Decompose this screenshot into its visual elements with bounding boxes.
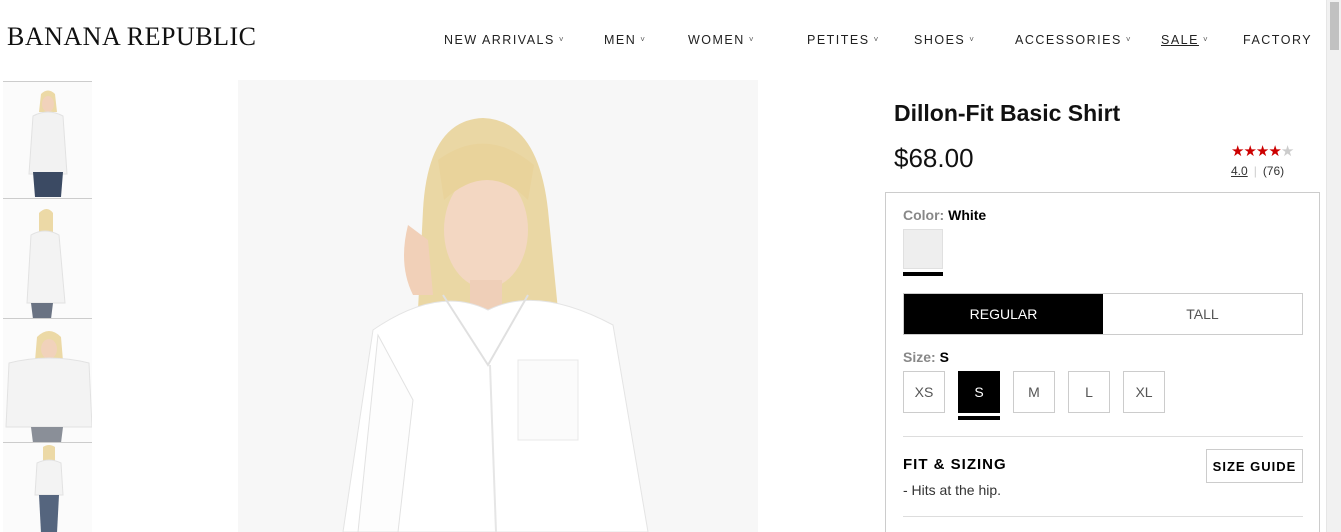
star-icon: ★ (1243, 143, 1256, 160)
nav-women[interactable]: WOMEN ˅ (688, 33, 755, 47)
nav-shoes[interactable]: SHOES ˅ (914, 33, 975, 47)
size-button-m[interactable]: M (1013, 371, 1055, 413)
nav-accessories[interactable]: ACCESSORIES ˅ (1015, 33, 1132, 47)
tab-tall[interactable]: TALL (1103, 294, 1302, 334)
chevron-down-icon: ˅ (748, 35, 755, 44)
star-icon: ★ (1280, 143, 1294, 160)
product-options-panel: Color: White REGULAR TALL Size: S XS S M… (885, 192, 1320, 532)
review-count: (76) (1262, 164, 1285, 178)
size-button-l[interactable]: L (1068, 371, 1110, 413)
nav-label: ACCESSORIES (1015, 33, 1122, 47)
fit-sizing-note: - Hits at the hip. (903, 482, 1002, 498)
size-button-xl[interactable]: XL (1123, 371, 1165, 413)
main-product-image[interactable] (238, 80, 758, 532)
nav-label: SALE (1161, 33, 1199, 47)
product-rating[interactable]: ★★★★★ 4.0 | (76) (1231, 142, 1303, 178)
rating-separator: | (1253, 164, 1257, 178)
chevron-down-icon: ˅ (873, 35, 880, 44)
size-guide-button[interactable]: SIZE GUIDE (1206, 449, 1303, 483)
rating-value[interactable]: 4.0 (1231, 164, 1248, 178)
color-label: Color: White (903, 207, 987, 223)
size-label: Size: S (903, 349, 949, 365)
star-icon: ★ (1231, 143, 1244, 160)
star-icon: ★ (1268, 143, 1281, 160)
chevron-down-icon: ˅ (1202, 35, 1210, 44)
nav-label: PETITES (807, 33, 870, 47)
nav-label: MEN (604, 33, 637, 47)
selected-size: S (939, 349, 949, 365)
size-button-xs[interactable]: XS (903, 371, 945, 413)
tab-regular[interactable]: REGULAR (904, 294, 1103, 334)
product-title: Dillon-Fit Basic Shirt (894, 100, 1121, 126)
product-thumbnails (3, 81, 92, 532)
thumbnail-back[interactable] (3, 442, 92, 532)
section-divider (903, 436, 1303, 437)
product-price: $68.00 (894, 143, 974, 173)
size-selected-indicator (958, 416, 1000, 420)
nav-label: FACTORY (1243, 33, 1313, 47)
size-button-s[interactable]: S (958, 371, 1000, 413)
nav-men[interactable]: MEN ˅ (604, 33, 646, 47)
chevron-down-icon: ˅ (558, 35, 566, 44)
selected-color: White (948, 207, 987, 223)
nav-label: SHOES (914, 33, 966, 47)
nav-label: WOMEN (688, 33, 745, 47)
nav-factory[interactable]: FACTORY (1243, 33, 1312, 47)
chevron-down-icon: ˅ (969, 35, 976, 44)
fit-sizing-heading[interactable]: FIT & SIZING (903, 456, 1007, 473)
rating-stars: ★★★★★ (1231, 142, 1303, 160)
nav-petites[interactable]: PETITES ˅ (807, 33, 880, 47)
page-scrollbar[interactable] (1326, 0, 1341, 532)
nav-sale[interactable]: SALE ˅ (1161, 33, 1209, 47)
chevron-down-icon: ˅ (1125, 35, 1132, 44)
swatch-selected-indicator (903, 272, 943, 276)
color-swatch-white[interactable] (903, 229, 943, 269)
thumbnail-side[interactable] (3, 198, 92, 318)
thumbnail-detail[interactable] (3, 318, 92, 442)
scrollbar-thumb[interactable] (1330, 2, 1339, 50)
star-icon: ★ (1255, 143, 1269, 160)
fit-tabs: REGULAR TALL (903, 293, 1303, 335)
rating-summary: 4.0 | (76) (1231, 164, 1303, 178)
nav-label: NEW ARRIVALS (444, 33, 555, 47)
thumbnail-front[interactable] (3, 81, 92, 198)
main-nav: NEW ARRIVALS ˅ MEN ˅ WOMEN ˅ PETITES ˅ SHOES… (0, 33, 1320, 49)
section-divider (903, 516, 1303, 517)
nav-new-arrivals[interactable]: NEW ARRIVALS ˅ (444, 33, 565, 47)
chevron-down-icon: ˅ (640, 35, 647, 44)
